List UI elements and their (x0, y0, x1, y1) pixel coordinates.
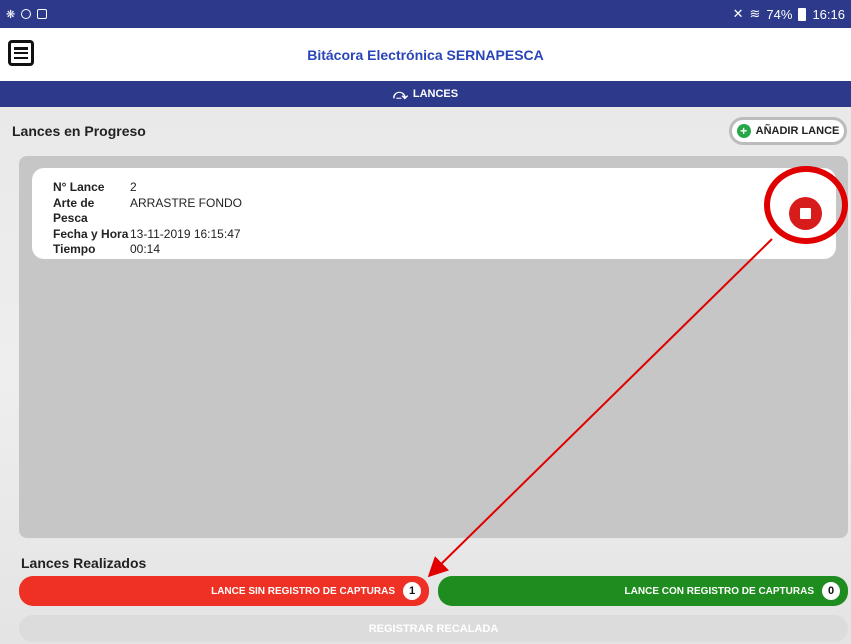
card-label: Tiempo (53, 242, 96, 256)
app-title: Bitácora Electrónica SERNAPESCA (307, 46, 544, 63)
lances-with-captures-button[interactable]: LANCE CON REGISTRO DE CAPTURAS 0 (438, 576, 848, 606)
progress-heading: Lances en Progreso (12, 123, 146, 139)
card-value: 00:14 (130, 242, 161, 256)
card-label: Arte de Pesca (53, 195, 95, 226)
card-label: Fecha y Hora (53, 226, 129, 241)
with-captures-count: 0 (822, 582, 840, 600)
status-bar: ❋ ✕ ≋ 74% 16:16 (0, 0, 851, 28)
sync-icon (21, 9, 32, 19)
annotation-circle (764, 166, 848, 244)
screenshot-icon (37, 9, 48, 19)
done-heading: Lances Realizados (21, 555, 147, 571)
lances-without-captures-button[interactable]: LANCE SIN REGISTRO DE CAPTURAS 1 (19, 576, 429, 606)
menu-icon[interactable] (8, 40, 34, 66)
status-icons-left: ❋ (6, 8, 48, 21)
lance-card[interactable]: N° Lance 2 Arte de Pesca ARRASTRE FONDO … (32, 168, 836, 259)
mute-icon: ✕ (732, 6, 744, 21)
status-icons-right: ✕ ≋ 74% 16:16 (733, 6, 845, 22)
card-label: N° Lance (53, 180, 105, 194)
without-captures-count: 1 (403, 582, 421, 600)
battery-icon (798, 7, 807, 21)
card-row-number: N° Lance 2 (53, 180, 836, 196)
section-title: LANCES (412, 88, 459, 100)
plus-icon: + (736, 124, 751, 138)
battery-percent: 74% (766, 6, 793, 22)
with-captures-label: LANCE CON REGISTRO DE CAPTURAS (624, 585, 814, 597)
card-row-time: Tiempo 00:14 (53, 242, 836, 258)
without-captures-label: LANCE SIN REGISTRO DE CAPTURAS (211, 585, 395, 597)
card-value: 13-11-2019 16:15:47 (130, 226, 241, 241)
add-lance-button[interactable]: + AÑADIR LANCE (729, 117, 847, 145)
section-header: ⤼ LANCES (0, 81, 851, 107)
add-lance-label: AÑADIR LANCE (755, 125, 840, 137)
app-bar: Bitácora Electrónica SERNAPESCA (0, 28, 851, 81)
register-recalada-button[interactable]: REGISTRAR RECALADA (19, 615, 848, 642)
clock: 16:16 (812, 6, 845, 22)
wifi-icon: ≋ (749, 6, 761, 21)
settings-icon: ❋ (6, 8, 16, 21)
card-value: 2 (130, 180, 137, 194)
fishing-hand-icon: ⤼ (392, 85, 408, 102)
card-row-gear: Arte de Pesca ARRASTRE FONDO (53, 196, 836, 227)
card-value: ARRASTRE FONDO (130, 195, 243, 210)
card-row-datetime: Fecha y Hora 13-11-2019 16:15:47 (53, 227, 836, 243)
